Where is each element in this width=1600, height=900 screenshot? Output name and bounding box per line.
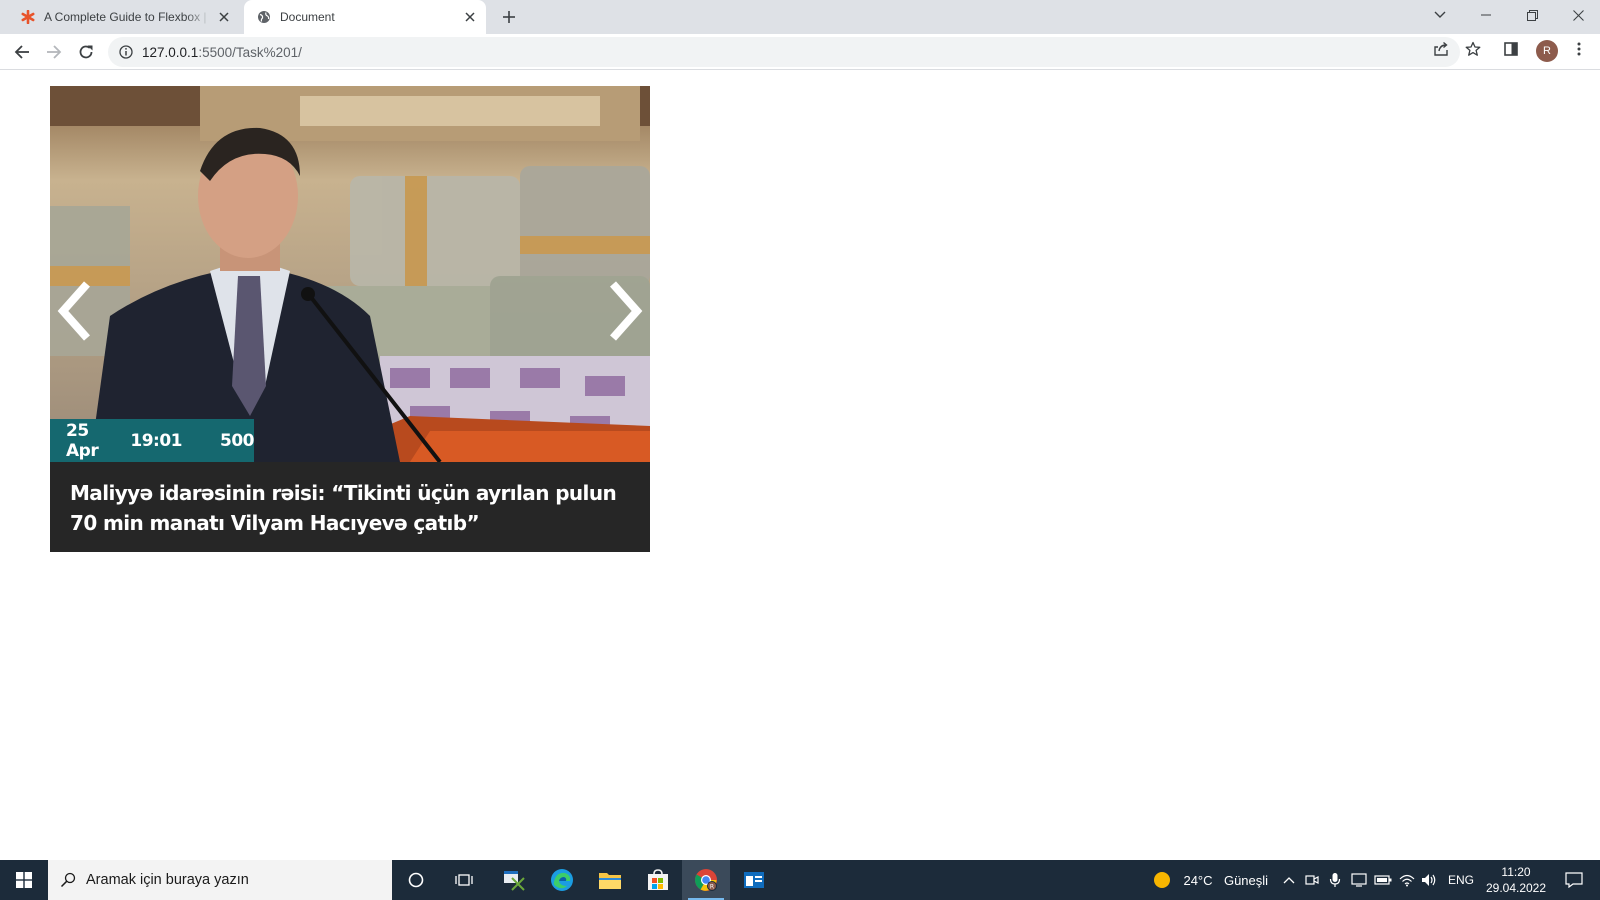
page-viewport: 25 Apr 19:01 500 Maliyyə idarəsinin rəis… xyxy=(0,71,1600,859)
slider-prev-chevron-icon[interactable] xyxy=(54,276,94,346)
slider-next-chevron-icon[interactable] xyxy=(606,276,646,346)
input-language[interactable]: ENG xyxy=(1444,860,1478,900)
taskbar-clock[interactable]: 11:20 29.04.2022 xyxy=(1484,864,1548,896)
tab-search-chevron-down-icon[interactable] xyxy=(1418,0,1462,30)
browser-toolbar: 127.0.0.1:5500/Task%201/ R xyxy=(0,34,1600,70)
tab-title: Document xyxy=(280,10,335,24)
new-tab-plus-icon[interactable] xyxy=(499,7,519,27)
news-date: 25 Apr xyxy=(66,420,99,461)
search-icon xyxy=(60,872,76,888)
share-icon[interactable] xyxy=(1432,40,1450,58)
tab-strip: A Complete Guide to Flexbox | CSS-Tricks… xyxy=(0,0,1600,34)
minimize-icon[interactable] xyxy=(1464,0,1508,30)
wifi-icon[interactable] xyxy=(1396,860,1418,900)
bookmark-star-icon[interactable] xyxy=(1464,40,1482,58)
globe-icon xyxy=(256,9,272,25)
weather-temperature[interactable]: 24°C xyxy=(1180,860,1216,900)
url-host: 127.0.0.1 xyxy=(142,44,199,60)
weather-sun-icon[interactable] xyxy=(1150,860,1174,900)
microsoft-store-icon[interactable] xyxy=(634,860,682,900)
news-headline[interactable]: Maliyyə idarəsinin rəisi: “Tikinti üçün … xyxy=(70,478,630,538)
app-window-icon[interactable] xyxy=(730,860,778,900)
restore-icon[interactable] xyxy=(1510,0,1554,30)
news-meta-bar: 25 Apr 19:01 500 xyxy=(50,419,255,462)
screen-share-icon[interactable] xyxy=(1348,860,1370,900)
snipping-tool-icon[interactable] xyxy=(490,860,538,900)
clock-date: 29.04.2022 xyxy=(1485,881,1547,895)
weather-condition[interactable]: Güneşli xyxy=(1220,860,1272,900)
search-placeholder: Aramak için buraya yazın xyxy=(86,872,249,888)
windows-start-icon[interactable] xyxy=(0,860,48,900)
taskbar-search-box[interactable]: Aramak için buraya yazın xyxy=(48,860,392,900)
back-arrow-icon[interactable] xyxy=(9,39,35,65)
url-text: 127.0.0.1:5500/Task%201/ xyxy=(142,45,302,60)
news-photo xyxy=(50,86,650,462)
tab-document[interactable]: Document xyxy=(244,0,486,34)
meet-now-icon[interactable] xyxy=(1302,860,1322,900)
css-tricks-star-icon xyxy=(20,9,36,25)
volume-speaker-icon[interactable] xyxy=(1418,860,1440,900)
edge-browser-icon[interactable] xyxy=(538,860,586,900)
tab-css-tricks[interactable]: A Complete Guide to Flexbox | CSS-Tricks xyxy=(8,0,240,34)
windows-taskbar: Aramak için buraya yazın R 24°C Güneşli xyxy=(0,860,1600,900)
chrome-browser-icon[interactable]: R xyxy=(682,860,730,900)
task-view-icon[interactable] xyxy=(440,860,488,900)
notification-center-icon[interactable] xyxy=(1556,860,1592,900)
profile-avatar[interactable]: R xyxy=(1536,40,1558,62)
clock-time: 11:20 xyxy=(1501,865,1531,879)
battery-icon[interactable] xyxy=(1372,860,1394,900)
microphone-icon[interactable] xyxy=(1325,860,1345,900)
cortana-circle-icon[interactable] xyxy=(392,860,440,900)
file-explorer-folder-icon[interactable] xyxy=(586,860,634,900)
side-panel-icon[interactable] xyxy=(1502,40,1520,58)
close-tab-icon[interactable] xyxy=(216,9,232,25)
forward-arrow-icon[interactable] xyxy=(41,39,67,65)
kebab-menu-icon[interactable] xyxy=(1570,40,1588,58)
svg-text:R: R xyxy=(710,884,714,891)
reload-icon[interactable] xyxy=(73,39,99,65)
close-tab-icon[interactable] xyxy=(462,9,478,25)
close-window-icon[interactable] xyxy=(1556,0,1600,30)
tab-title: A Complete Guide to Flexbox | CSS-Tricks xyxy=(44,10,210,24)
chevron-up-icon[interactable] xyxy=(1280,860,1298,900)
news-view-count: 500 xyxy=(220,430,255,451)
address-bar[interactable]: 127.0.0.1:5500/Task%201/ xyxy=(108,37,1460,67)
info-icon[interactable] xyxy=(118,44,134,60)
url-path: :5500/Task%201/ xyxy=(198,44,302,60)
news-slider-card: 25 Apr 19:01 500 Maliyyə idarəsinin rəis… xyxy=(50,86,650,552)
news-time: 19:01 xyxy=(130,430,182,451)
